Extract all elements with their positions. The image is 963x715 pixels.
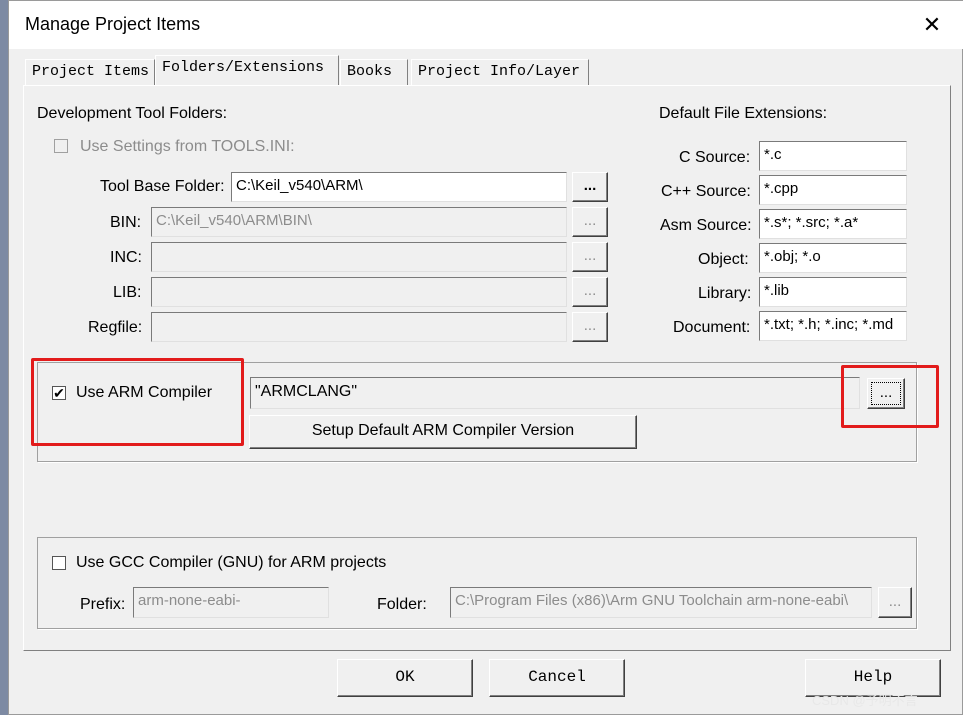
manage-project-items-dialog: Manage Project Items ✕ Project Items Fol… [8,0,963,715]
arm-compiler-browse-button[interactable]: ... [867,378,905,409]
use-gcc-compiler-label: Use GCC Compiler (GNU) for ARM projects [76,554,387,571]
dev-tool-folders-heading: Development Tool Folders: [37,105,228,122]
lib-browse-button[interactable]: ... [572,277,608,307]
tab-books[interactable]: Books [340,59,408,85]
gcc-folder-input[interactable]: C:\Program Files (x86)\Arm GNU Toolchain… [450,587,872,618]
document-label: Document: [673,319,751,336]
tab-folders-extensions[interactable]: Folders/Extensions [155,55,339,85]
lib-label: LIB: [113,284,142,301]
close-icon[interactable]: ✕ [912,9,952,41]
regfile-label: Regfile: [88,319,143,336]
tool-base-folder-input[interactable]: C:\Keil_v540\ARM\ [231,172,567,202]
asm-source-label: Asm Source: [660,217,752,234]
tab-project-items[interactable]: Project Items [25,59,155,85]
dialog-title: Manage Project Items [25,14,201,34]
inc-browse-button[interactable]: ... [572,242,608,272]
regfile-browse-button[interactable]: ... [572,312,608,342]
library-input[interactable]: *.lib [759,277,907,307]
c-source-input[interactable]: *.c [759,141,907,171]
tool-base-folder-label: Tool Base Folder: [100,178,225,195]
cancel-button[interactable]: Cancel [489,659,625,697]
bin-browse-button[interactable]: ... [572,207,608,237]
asm-source-input[interactable]: *.s*; *.src; *.a* [759,209,907,239]
tool-base-folder-browse-button[interactable]: ... [572,172,608,202]
ok-button[interactable]: OK [337,659,473,697]
use-gcc-compiler-checkbox[interactable] [52,556,66,570]
use-arm-compiler-checkbox[interactable]: ✔ [52,386,66,400]
c-source-label: C Source: [679,149,751,166]
bin-input[interactable]: C:\Keil_v540\ARM\BIN\ [151,207,567,237]
cpp-source-input[interactable]: *.cpp [759,175,907,205]
gcc-prefix-input[interactable]: arm-none-eabi- [133,587,329,618]
title-bar: Manage Project Items ✕ [9,1,963,49]
library-label: Library: [698,285,752,302]
gcc-folder-browse-button[interactable]: ... [878,587,912,618]
csdn-watermark: CSDN @予明不言 [812,693,918,708]
cpp-source-label: C++ Source: [661,183,751,200]
arm-compiler-version-field[interactable]: "ARMCLANG" [250,377,860,409]
default-extensions-heading: Default File Extensions: [659,105,828,122]
arm-compiler-checkbox-highlight [31,358,244,446]
background-ide [0,0,8,715]
use-settings-label: Use Settings from TOOLS.INI: [80,138,295,155]
folder-label: Folder: [377,596,427,613]
lib-input[interactable] [151,277,567,307]
prefix-label: Prefix: [80,596,126,613]
setup-arm-compiler-version-button[interactable]: Setup Default ARM Compiler Version [249,415,637,449]
use-settings-checkbox[interactable] [54,139,68,153]
object-input[interactable]: *.obj; *.o [759,243,907,273]
object-label: Object: [698,251,749,268]
document-input[interactable]: *.txt; *.h; *.inc; *.md [759,311,907,341]
inc-input[interactable] [151,242,567,272]
bin-label: BIN: [110,214,142,231]
tab-project-info-layer[interactable]: Project Info/Layer [411,59,589,85]
use-arm-compiler-label: Use ARM Compiler [76,384,213,401]
inc-label: INC: [110,249,142,266]
regfile-input[interactable] [151,312,567,342]
